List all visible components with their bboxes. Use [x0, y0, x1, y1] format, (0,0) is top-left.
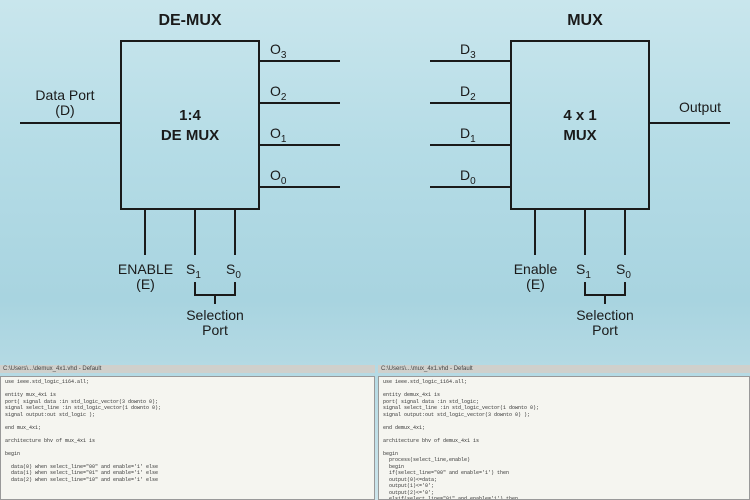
code-panel-left: use ieee.std_logic_1164.all; entity mux_…: [0, 376, 375, 500]
demux-box: 1:4 DE MUX: [120, 40, 260, 210]
demux-out1-label: O1: [270, 126, 286, 145]
demux-s1-line: [194, 210, 196, 255]
mux-enable-line: [534, 210, 536, 255]
demux-input-label: Data Port (D): [20, 88, 110, 119]
demux-selection-port-label: Selection Port: [180, 308, 250, 339]
mux-output-line: [650, 122, 730, 124]
code-right-header: C:\Users\...\mux_4x1.vhd - Default: [378, 365, 750, 373]
mux-box-label2: MUX: [512, 127, 648, 144]
demux-bracket-left: [194, 282, 196, 294]
mux-box: 4 x 1 MUX: [510, 40, 650, 210]
mux-in2-label: D2: [460, 84, 476, 103]
mux-bracket-right: [624, 282, 626, 294]
demux-enable-label: ENABLE (E): [108, 262, 183, 293]
mux-bracket-stem: [604, 294, 606, 304]
demux-out3-label: O3: [270, 42, 286, 61]
mux-selection-port-label: Selection Port: [570, 308, 640, 339]
mux-in0-label: D0: [460, 168, 476, 187]
mux-s1-line: [584, 210, 586, 255]
demux-title: DE-MUX: [150, 12, 230, 30]
mux-bracket-left: [584, 282, 586, 294]
demux-bracket-stem: [214, 294, 216, 304]
demux-bracket-right: [234, 282, 236, 294]
demux-s0-label: S0: [226, 262, 241, 281]
mux-s0-label: S0: [616, 262, 631, 281]
demux-s0-line: [234, 210, 236, 255]
code-left-header: C:\Users\...\demux_4x1.vhd - Default: [0, 365, 375, 373]
mux-in1-label: D1: [460, 126, 476, 145]
mux-output-label: Output: [670, 100, 730, 115]
mux-in3-label: D3: [460, 42, 476, 61]
mux-enable-label: Enable (E): [498, 262, 573, 293]
demux-enable-line: [144, 210, 146, 255]
code-panel-right: use ieee.std_logic_1164.all; entity demu…: [378, 376, 750, 500]
mux-s1-label: S1: [576, 262, 591, 281]
demux-box-label1: 1:4: [122, 107, 258, 124]
diagram-canvas: DE-MUX 1:4 DE MUX Data Port (D) O3 O2 O1…: [0, 0, 750, 500]
demux-input-line: [20, 122, 120, 124]
demux-out2-label: O2: [270, 84, 286, 103]
demux-box-label2: DE MUX: [122, 127, 258, 144]
demux-out0-label: O0: [270, 168, 286, 187]
mux-title: MUX: [555, 12, 615, 30]
mux-box-label1: 4 x 1: [512, 107, 648, 124]
demux-s1-label: S1: [186, 262, 201, 281]
mux-s0-line: [624, 210, 626, 255]
